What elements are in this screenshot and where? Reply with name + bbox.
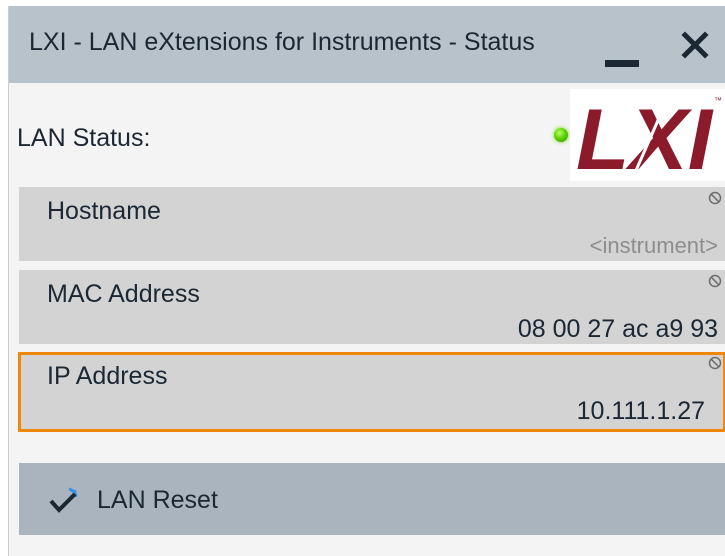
readonly-icon [708,191,722,205]
minimize-button[interactable] [601,26,651,70]
lan-reset-icon [49,487,78,513]
title-bar: LXI - LAN eXtensions for Instruments - S… [9,6,725,83]
ip-address-value: 10.111.1.27 [576,397,705,425]
lxi-logo-text: LXI [576,92,714,181]
lan-status-indicator-icon [554,128,568,142]
hostname-field[interactable]: Hostname <instrument> [19,187,725,261]
svg-text:™: ™ [714,96,722,105]
mac-address-value: 08 00 27 ac a9 93 [517,315,718,343]
readonly-icon [708,356,722,370]
lan-status-row: LAN Status: LXI ™ [9,83,725,188]
hostname-label: Hostname [47,197,161,225]
ip-address-label: IP Address [47,362,168,390]
window-title: LXI - LAN eXtensions for Instruments - S… [29,28,535,56]
lan-reset-label: LAN Reset [97,486,218,514]
lxi-logo: LXI ™ [570,89,725,188]
minimize-icon [605,60,639,67]
mac-address-label: MAC Address [47,280,200,308]
ip-address-field[interactable]: IP Address 10.111.1.27 [18,352,725,432]
close-icon [681,31,709,59]
lan-reset-button[interactable]: LAN Reset [19,463,725,535]
readonly-icon [708,274,722,288]
mac-address-field[interactable]: MAC Address 08 00 27 ac a9 93 [19,270,725,344]
lan-status-label: LAN Status: [17,124,151,152]
close-button[interactable] [675,26,715,66]
hostname-value: <instrument> [589,233,718,258]
lxi-status-dialog: LXI - LAN eXtensions for Instruments - S… [8,6,725,556]
